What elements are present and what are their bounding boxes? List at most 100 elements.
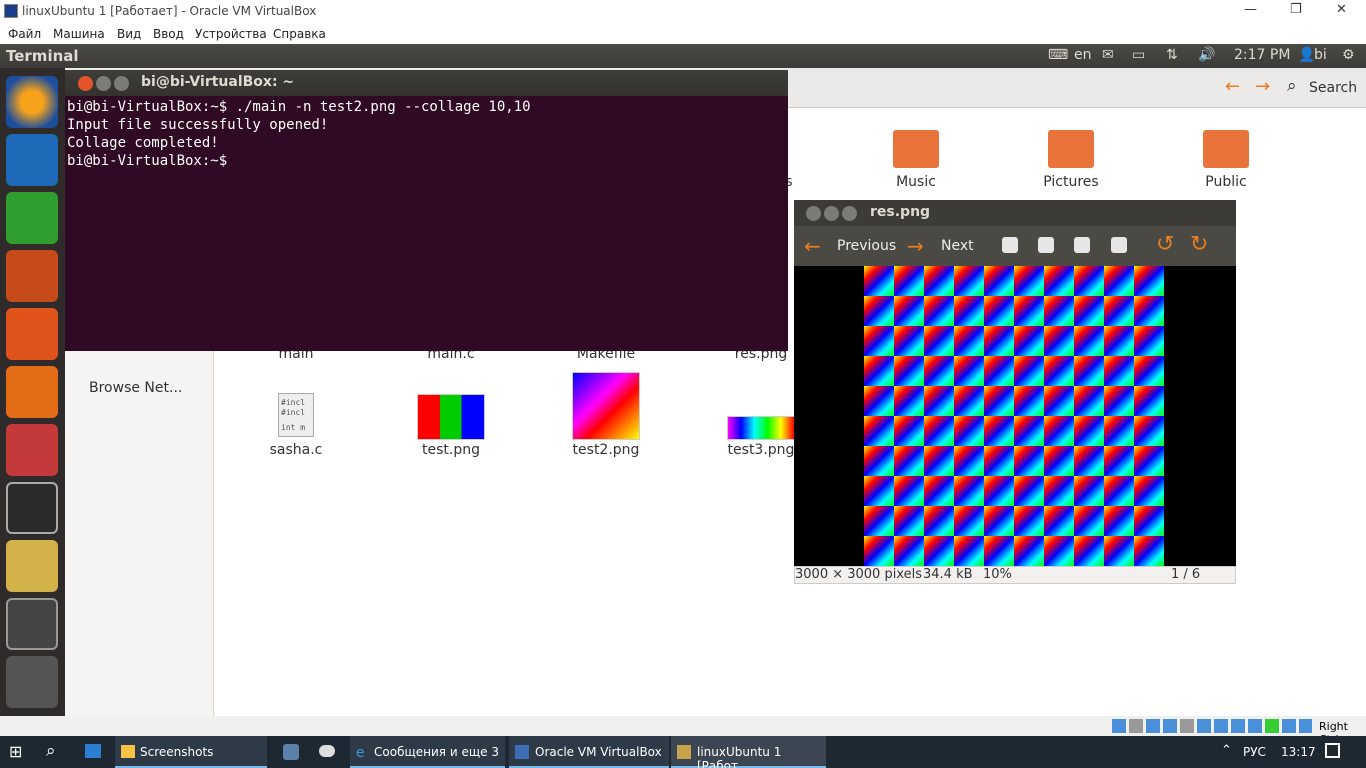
workspace-switcher-icon[interactable] — [6, 598, 58, 650]
file-label[interactable]: test2.png — [531, 442, 681, 458]
terminal-line: bi@bi-VirtualBox:~$ ./main -n test2.png … — [67, 99, 531, 115]
network-icon[interactable]: ⇅ — [1166, 47, 1178, 63]
ubuntu-one-icon[interactable] — [6, 366, 58, 418]
taskbar-label: Screenshots — [140, 745, 214, 759]
search-label[interactable]: Search — [1309, 80, 1357, 96]
system-settings-icon[interactable] — [6, 424, 58, 476]
vm-window-icon — [677, 745, 691, 759]
virtualbox-menu-bar: Файл Машина Вид Ввод Устройства Справка — [0, 23, 1366, 44]
image-dimensions: 3000 × 3000 pixels — [795, 567, 922, 582]
active-app-name: Terminal — [6, 47, 79, 65]
menu-machine[interactable]: Машина — [53, 27, 105, 41]
mail-icon[interactable] — [85, 744, 101, 758]
menu-input[interactable]: Ввод — [153, 27, 184, 41]
language-indicator[interactable]: en — [1074, 47, 1092, 63]
cloud-app-icon[interactable] — [319, 745, 335, 757]
vk-icon[interactable] — [283, 744, 299, 760]
vm-status-icons[interactable] — [1112, 719, 1312, 733]
search-icon[interactable]: ⌕ — [46, 741, 56, 761]
file-label[interactable]: Music — [841, 174, 991, 190]
terminal-line: bi@bi-VirtualBox:~$ — [67, 153, 228, 169]
sidebar-item-browse-network[interactable]: Browse Net... — [89, 380, 182, 396]
collage-image — [864, 266, 1164, 566]
menu-view[interactable]: Вид — [117, 27, 141, 41]
restore-icon[interactable]: ❐ — [1290, 2, 1302, 17]
trash-icon[interactable] — [6, 656, 58, 708]
user-icon[interactable]: 👤 — [1298, 47, 1315, 63]
next-button[interactable]: Next — [941, 238, 974, 254]
writer-icon[interactable] — [6, 134, 58, 186]
zoom-level: 10% — [983, 567, 1012, 582]
settings-gear-icon[interactable]: ⚙ — [1342, 47, 1355, 63]
previous-arrow-icon[interactable]: ← — [804, 234, 821, 258]
windows-start-icon[interactable]: ⊞ — [9, 742, 22, 761]
taskbar-item-edge[interactable]: e Сообщения и еще 3 ... — [350, 736, 505, 768]
file-label[interactable]: sasha.c — [221, 442, 371, 458]
folder-icon — [121, 745, 135, 758]
menu-file[interactable]: Файл — [8, 27, 41, 41]
taskbar-item-linuxubuntu[interactable]: linuxUbuntu 1 [Работ... — [671, 736, 826, 768]
public-folder-icon[interactable] — [1203, 130, 1249, 168]
window-title: linuxUbuntu 1 [Работает] - Oracle VM Vir… — [22, 4, 317, 18]
calc-icon[interactable] — [6, 192, 58, 244]
clock[interactable]: 2:17 PM — [1234, 47, 1290, 63]
virtualbox-status-bar: Right Ctrl — [0, 716, 1366, 746]
forward-arrow-icon[interactable]: → — [1255, 76, 1270, 97]
rotate-right-icon[interactable]: ↻ — [1190, 232, 1208, 257]
image-viewer-title-bar: res.png — [794, 200, 1236, 226]
file-label[interactable]: Public — [1151, 174, 1301, 190]
volume-icon[interactable]: 🔊 — [1198, 47, 1215, 63]
search-icon[interactable]: ⌕ — [1287, 76, 1297, 96]
close-icon[interactable] — [78, 76, 93, 91]
zoom-in-icon[interactable] — [1002, 237, 1018, 253]
previous-button[interactable]: Previous — [837, 238, 896, 254]
rotate-left-icon[interactable]: ↺ — [1156, 232, 1174, 257]
normal-size-icon[interactable] — [1074, 237, 1090, 253]
zoom-out-icon[interactable] — [1038, 237, 1054, 253]
battery-icon[interactable]: ▭ — [1132, 47, 1145, 63]
best-fit-icon[interactable] — [1111, 237, 1127, 253]
terminal-title: bi@bi-VirtualBox: ~ — [141, 74, 295, 90]
test-png-thumbnail[interactable] — [417, 394, 485, 440]
taskbar-item-virtualbox[interactable]: Oracle VM VirtualBox ... — [509, 736, 669, 768]
c-source-file-icon[interactable]: #incl #incl int m — [278, 393, 314, 437]
system-clock[interactable]: 13:17 — [1281, 745, 1316, 759]
test2-png-thumbnail[interactable] — [572, 372, 640, 440]
image-viewer-title: res.png — [870, 204, 931, 220]
image-viewer-icon[interactable] — [6, 540, 58, 592]
close-icon[interactable] — [806, 206, 821, 221]
maximize-icon[interactable] — [842, 206, 857, 221]
terminal-window[interactable]: bi@bi-VirtualBox: ~ bi@bi-VirtualBox:~$ … — [65, 70, 788, 351]
software-center-icon[interactable] — [6, 308, 58, 360]
music-folder-icon[interactable] — [893, 130, 939, 168]
next-arrow-icon[interactable]: → — [907, 234, 924, 258]
file-label[interactable]: test.png — [376, 442, 526, 458]
minimize-icon[interactable] — [824, 206, 839, 221]
impress-icon[interactable] — [6, 250, 58, 302]
taskbar-item-screenshots[interactable]: Screenshots — [115, 736, 267, 768]
firefox-icon[interactable] — [6, 76, 58, 128]
keyboard-icon[interactable]: ⌨ — [1048, 47, 1068, 63]
pictures-folder-icon[interactable] — [1048, 130, 1094, 168]
taskbar-label: Сообщения и еще 3 ... — [374, 745, 499, 768]
windows-taskbar: ⊞ ⌕ Screenshots e Сообщения и еще 3 ... … — [0, 736, 1366, 768]
file-label[interactable]: Pictures — [996, 174, 1146, 190]
minimize-icon[interactable]: — — [1244, 2, 1257, 17]
maximize-icon[interactable] — [114, 76, 129, 91]
chevron-up-icon[interactable]: ⌃ — [1221, 743, 1232, 758]
test3-png-thumbnail[interactable] — [727, 416, 795, 440]
terminal-launcher-icon[interactable] — [6, 482, 58, 534]
mail-icon[interactable]: ✉ — [1102, 47, 1114, 63]
back-arrow-icon[interactable]: ← — [1225, 76, 1240, 97]
image-viewer-toolbar: ← Previous → Next ↺ ↻ — [794, 226, 1236, 266]
input-language[interactable]: РУС — [1243, 745, 1266, 759]
menu-help[interactable]: Справка — [273, 27, 326, 41]
notification-center-icon[interactable] — [1325, 743, 1340, 758]
taskbar-label: Oracle VM VirtualBox ... — [535, 745, 662, 768]
user-name[interactable]: bi — [1314, 47, 1327, 63]
minimize-icon[interactable] — [96, 76, 111, 91]
virtualbox-icon — [4, 4, 18, 18]
menu-devices[interactable]: Устройства — [195, 27, 267, 41]
guest-screen: Terminal ⌨ en ✉ ▭ ⇅ 🔊 2:17 PM 👤 bi ⚙ ← →… — [0, 44, 1366, 716]
close-icon[interactable]: ✕ — [1336, 2, 1347, 17]
